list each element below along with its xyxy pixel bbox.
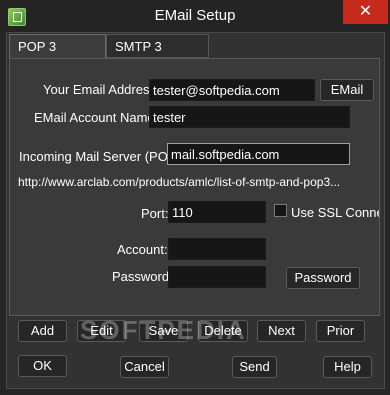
email-address-label: Your Email Address: bbox=[43, 82, 160, 97]
use-ssl-checkbox[interactable] bbox=[274, 204, 287, 217]
account-field[interactable] bbox=[168, 238, 266, 260]
ok-button[interactable]: OK bbox=[18, 355, 67, 377]
send-button[interactable]: Send bbox=[232, 356, 277, 378]
account-name-field[interactable] bbox=[149, 106, 350, 128]
email-button[interactable]: EMail bbox=[320, 79, 374, 101]
account-label: Account: bbox=[117, 242, 168, 257]
softpedia-watermark: SOFTPEDIA bbox=[80, 315, 247, 345]
use-ssl-label: Use SSL Connect bbox=[291, 205, 379, 220]
incoming-server-label: Incoming Mail Server (POP): bbox=[19, 149, 185, 164]
smtp-pop3-list-link[interactable]: http://www.arclab.com/products/amlc/list… bbox=[18, 175, 358, 189]
port-label: Port: bbox=[141, 206, 169, 221]
help-button[interactable]: Help bbox=[323, 356, 372, 378]
tab-pop3-settings[interactable]: POP 3 Settings bbox=[9, 34, 106, 78]
account-name-label: EMail Account Name: bbox=[34, 110, 159, 125]
next-button[interactable]: Next bbox=[257, 320, 306, 342]
add-button[interactable]: Add bbox=[18, 320, 67, 342]
incoming-server-field[interactable] bbox=[167, 143, 350, 165]
cancel-button[interactable]: Cancel bbox=[120, 356, 169, 378]
title-bar: EMail Setup ✕ bbox=[0, 0, 390, 32]
port-field[interactable] bbox=[168, 201, 266, 223]
tab-smtp3-settings[interactable]: SMTP 3 Settings bbox=[106, 34, 209, 78]
password-label: Password: bbox=[112, 269, 173, 284]
password-button[interactable]: Password bbox=[286, 267, 360, 289]
password-field[interactable] bbox=[168, 266, 266, 288]
prior-button[interactable]: Prior bbox=[316, 320, 365, 342]
close-button[interactable]: ✕ bbox=[343, 0, 388, 24]
window-title: EMail Setup bbox=[154, 7, 236, 24]
email-address-field[interactable] bbox=[149, 79, 315, 101]
